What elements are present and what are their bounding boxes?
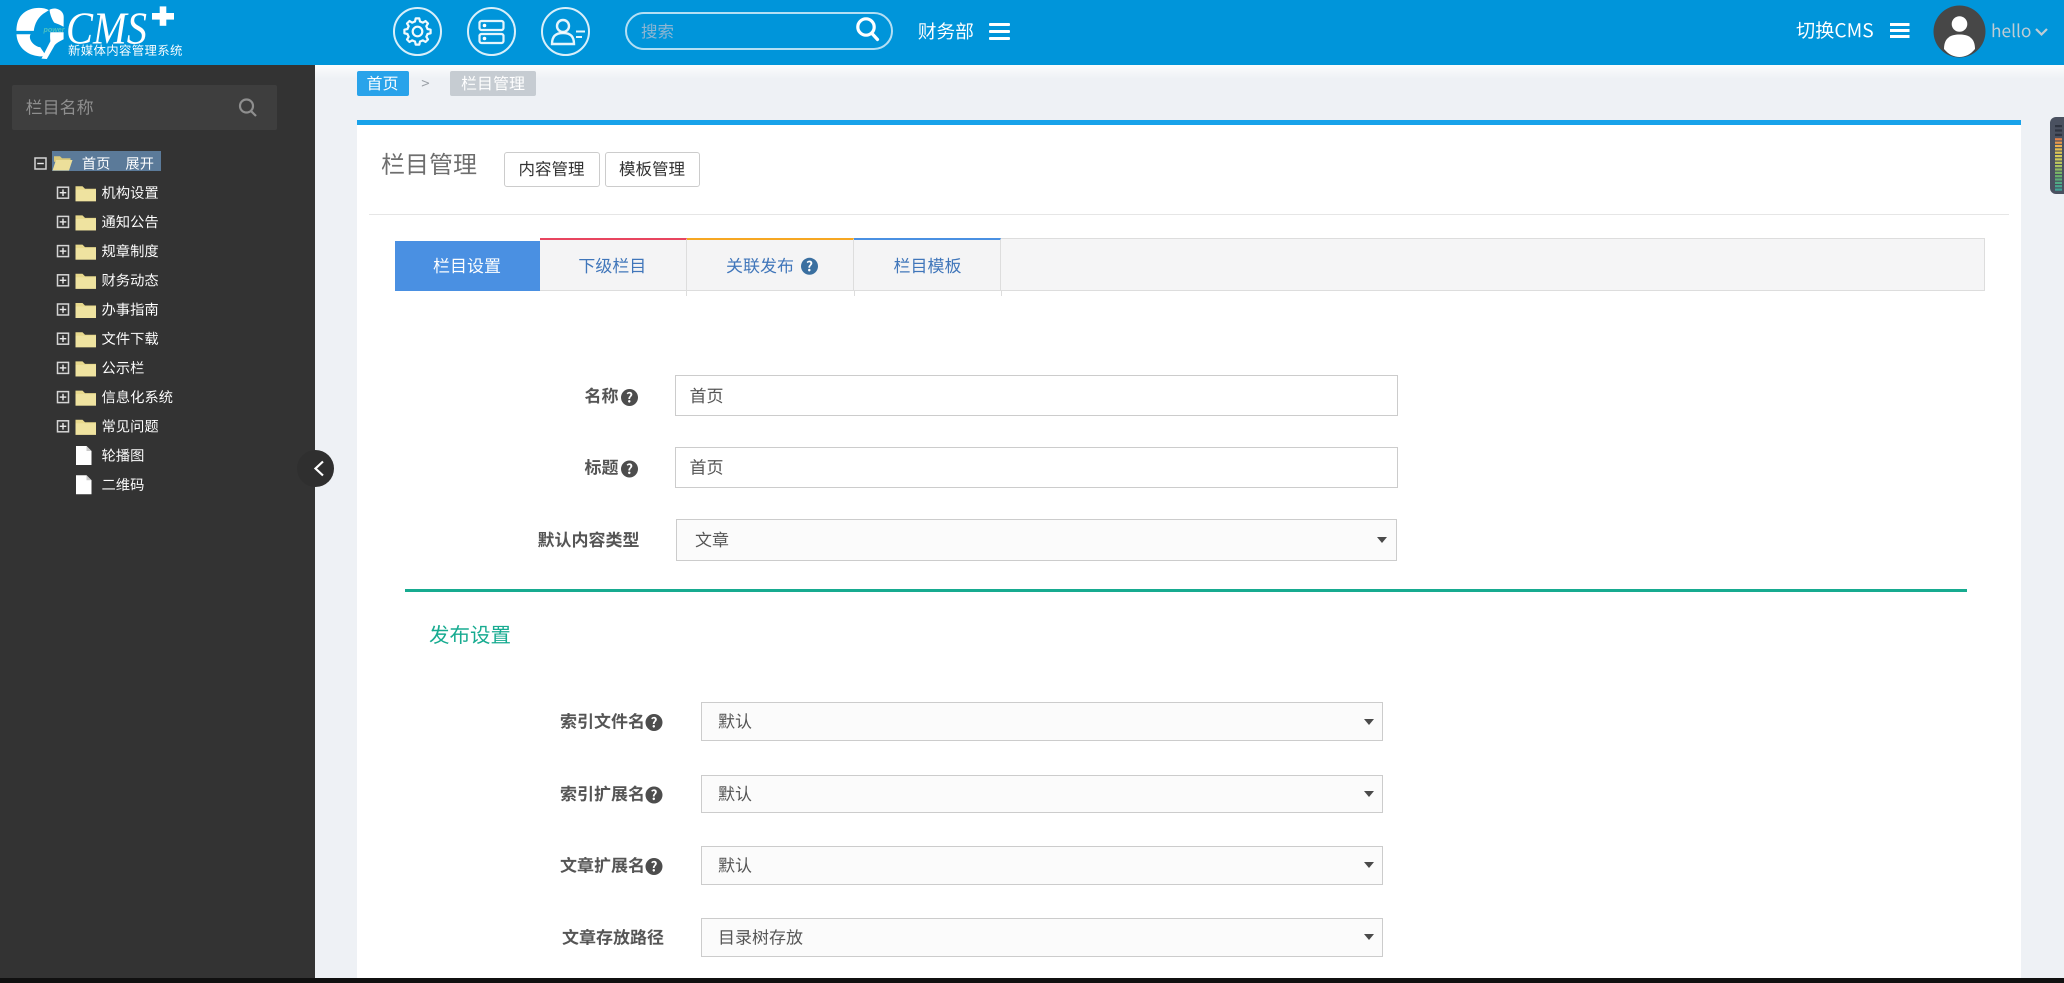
svg-text:power: power [43, 25, 66, 34]
svg-text:CMS: CMS [66, 3, 147, 54]
